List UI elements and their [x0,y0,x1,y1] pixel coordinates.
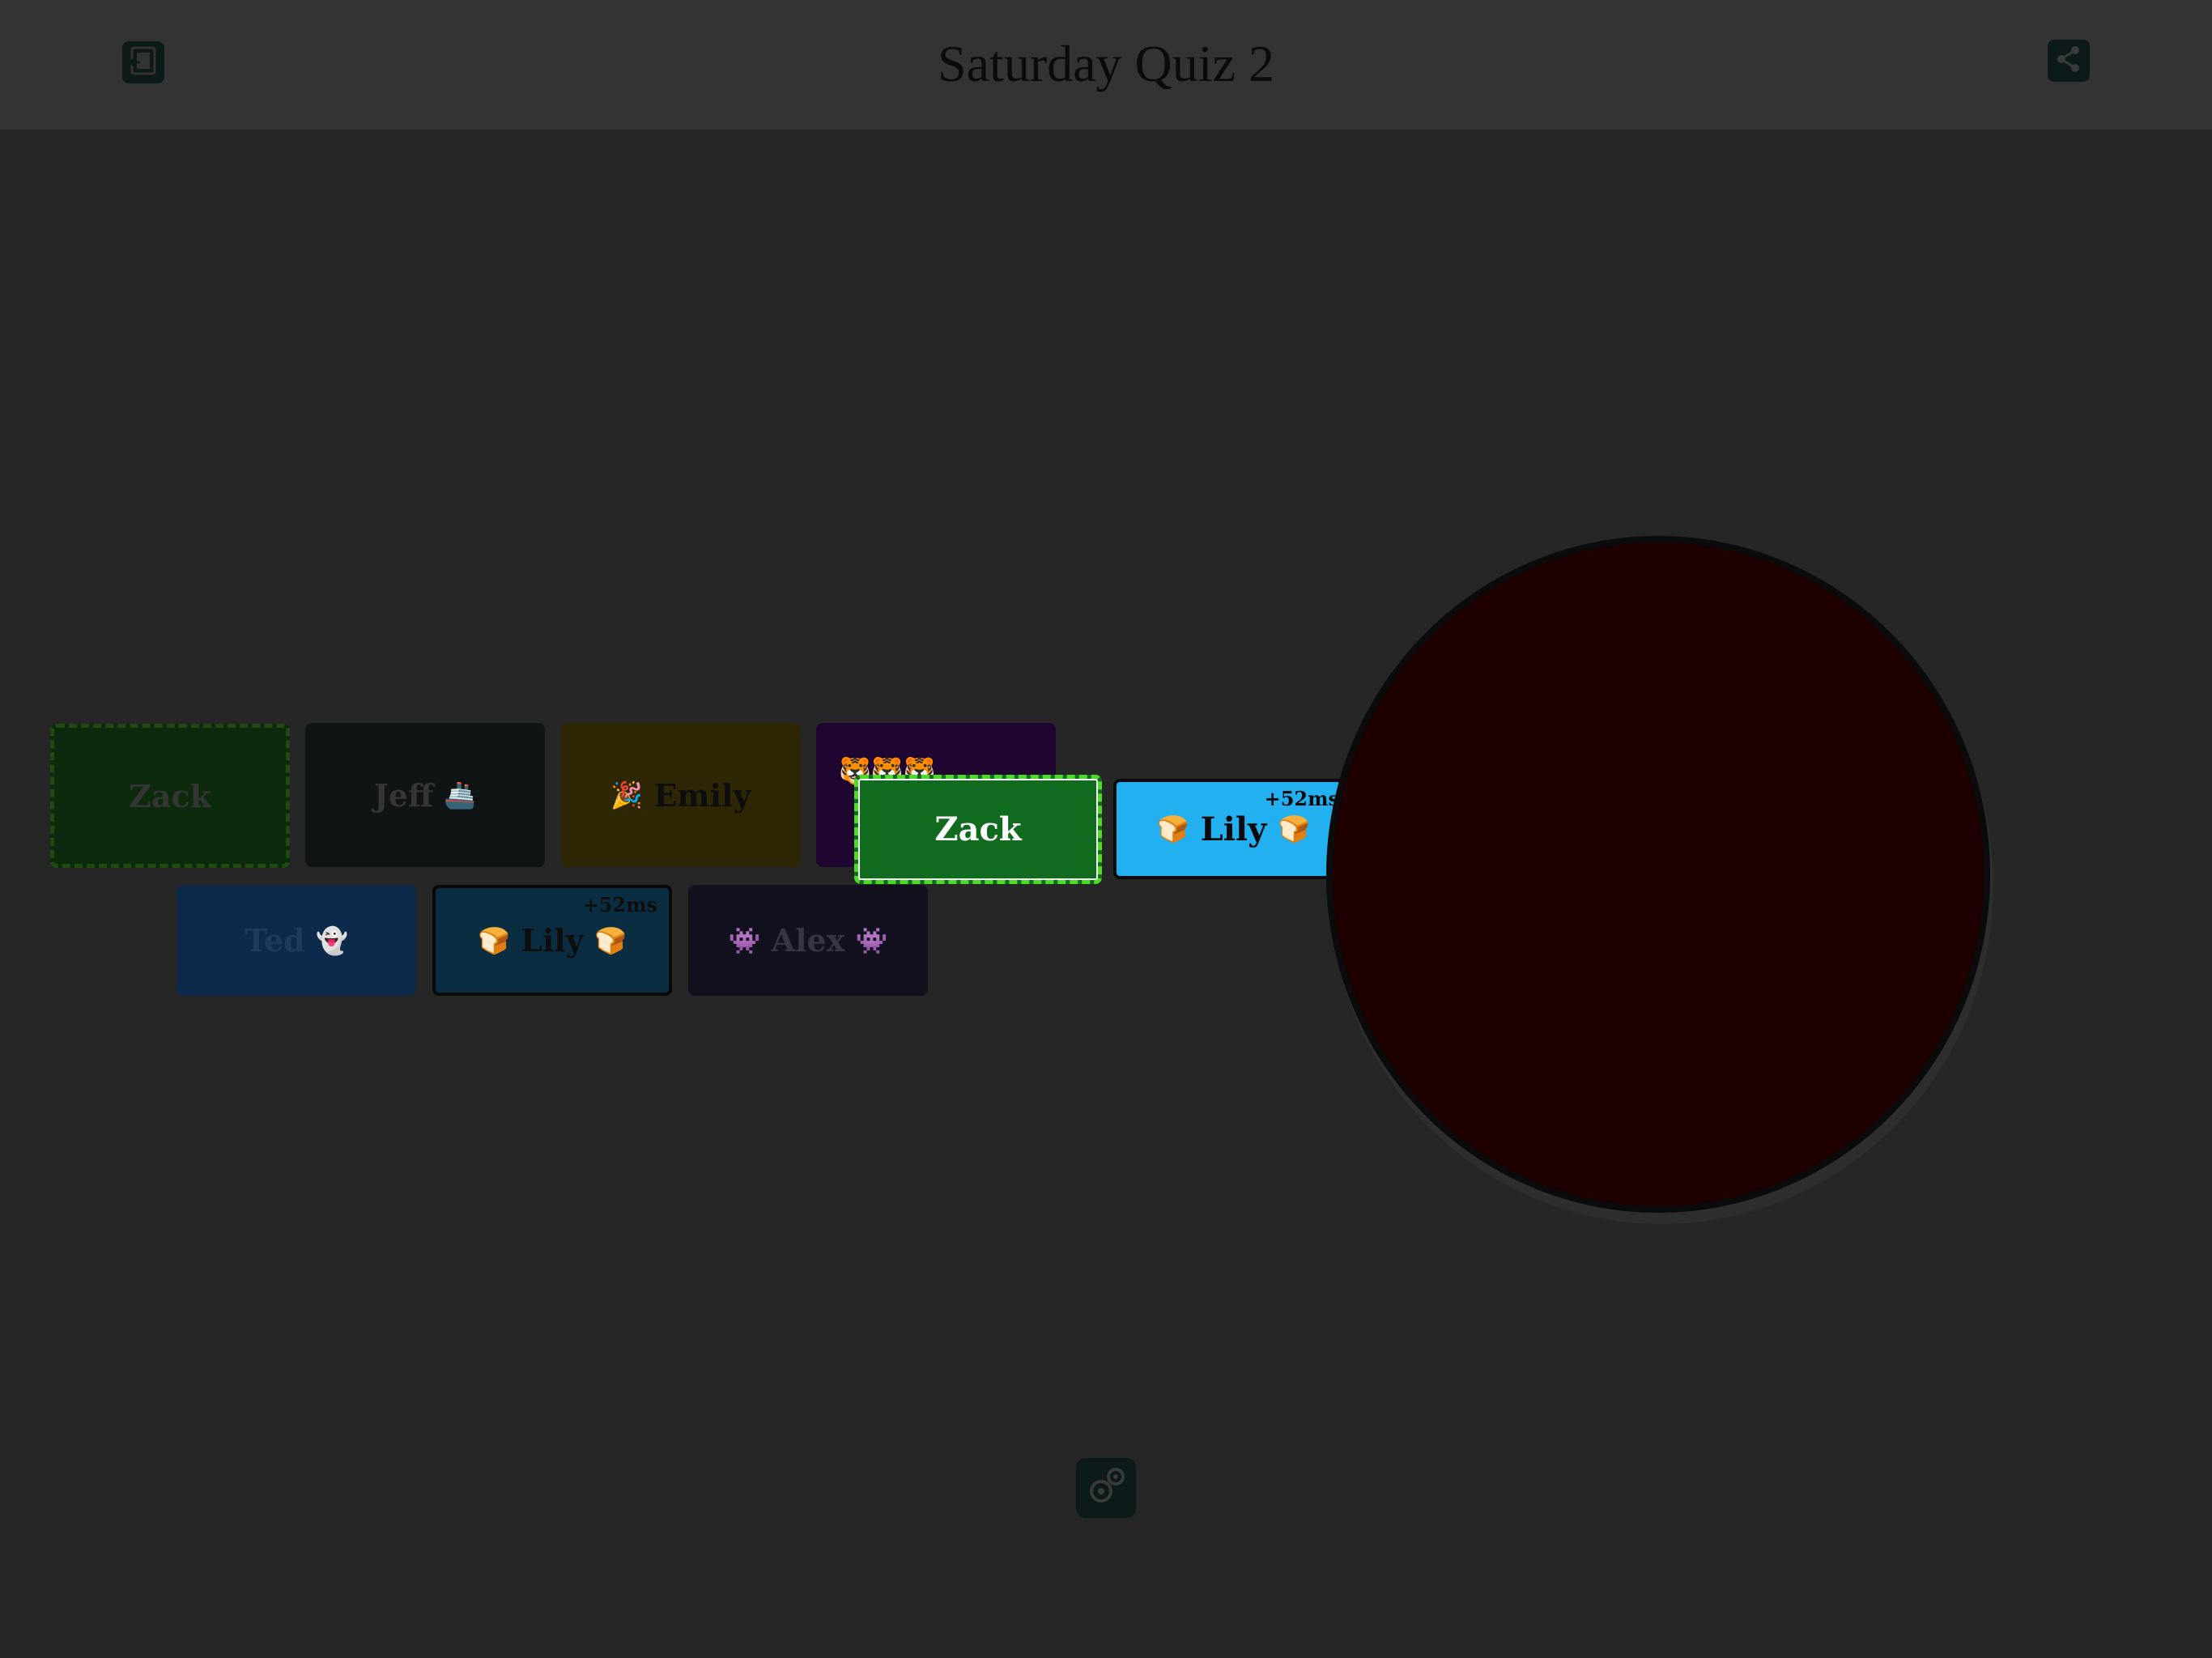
gears-icon [1082,1462,1130,1514]
player-tile-ted: Ted 👻 [177,885,416,996]
second-buzz-tile: +52ms 🍞 Lily 🍞 [1113,779,1354,879]
player-emoji: 👾 [728,925,761,956]
player-tile-emily: 🎉 Emily [561,723,801,867]
player-name: Lily [521,922,584,959]
player-name: Alex [771,922,845,959]
player-name: Ted [245,922,305,959]
player-emoji: 🍞 [478,925,510,956]
player-emoji-trailing: 🍞 [594,925,627,956]
player-tile-alex: 👾 Alex 👾 [688,885,928,996]
player-name: Zack [934,810,1022,848]
player-emoji: 🍞 [1156,814,1189,844]
player-name: Zack [129,777,211,814]
exit-button[interactable] [122,41,164,83]
buzzer-button[interactable] [1326,536,1990,1213]
first-buzz-tile: Zack [854,775,1102,884]
player-emoji-trailing: 👾 [855,925,888,956]
settings-button[interactable] [1076,1458,1136,1518]
exit-icon [127,45,160,80]
quiz-title: Saturday Quiz 2 [938,35,1274,92]
buzz-delay: +52ms [1264,787,1339,810]
player-emoji: 👻 [316,925,348,956]
player-name: Emily [653,776,751,814]
player-name: Jeff [373,776,434,814]
player-tile-jeff: Jeff 🚢 [305,723,545,867]
share-icon [2052,43,2085,79]
player-name: Lily [1200,810,1267,848]
player-emoji: 🎉 [610,780,644,810]
buzz-delay: +52ms [582,893,657,916]
share-button[interactable] [2048,40,2090,82]
player-tile-zack: Zack [50,724,290,868]
player-emoji: 🚢 [444,780,477,810]
player-tile-lily: +52ms 🍞 Lily 🍞 [432,885,672,996]
player-emoji-trailing: 🍞 [1278,814,1311,844]
